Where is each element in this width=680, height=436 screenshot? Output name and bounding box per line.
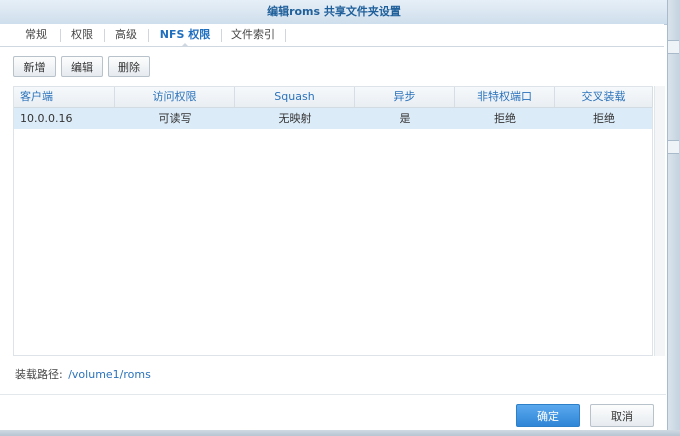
edit-button-label: 编辑 [71, 61, 93, 74]
tab-nfs-permissions-label: NFS 权限 [159, 28, 211, 41]
ok-button[interactable]: 确定 [516, 404, 580, 427]
cell-client: 10.0.0.16 [20, 112, 73, 125]
column-header-async[interactable]: 异步 [355, 87, 455, 107]
cancel-button[interactable]: 取消 [590, 404, 654, 427]
column-header-privilege[interactable]: 访问权限 [115, 87, 235, 107]
column-header-squash[interactable]: Squash [235, 87, 355, 107]
cell-privilege: 可读写 [158, 112, 192, 125]
dialog-title: 编辑roms 共享文件夹设置 [267, 5, 401, 18]
tab-general-label: 常规 [25, 28, 47, 41]
window-edge-strip [667, 0, 680, 436]
nfs-rules-table: 客户端 访问权限 Squash 异步 非特权端口 交叉装载 10.0.0.16 … [13, 86, 653, 356]
tab-file-indexing-label: 文件索引 [231, 28, 275, 41]
tab-advanced-label: 高级 [115, 28, 137, 41]
cell-async: 是 [399, 112, 411, 125]
table-scrollbar[interactable] [654, 86, 665, 356]
tab-file-indexing[interactable]: 文件索引 [222, 24, 284, 46]
cell-nonprivileged-port: 拒绝 [494, 112, 516, 125]
mount-path: 装载路径: /volume1/roms [15, 368, 151, 382]
ok-button-label: 确定 [537, 410, 559, 423]
edge-notch [668, 140, 679, 154]
tab-bar: 常规 权限 高级 NFS 权限 文件索引 [0, 24, 664, 47]
mount-path-label: 装载路径: [15, 368, 63, 381]
tab-general[interactable]: 常规 [14, 24, 58, 46]
cancel-button-label: 取消 [611, 410, 633, 423]
column-header-client[interactable]: 客户端 [14, 87, 115, 107]
column-header-cross-mount[interactable]: 交叉装载 [555, 87, 653, 107]
cell-cross-mount: 拒绝 [593, 112, 615, 125]
table-header: 客户端 访问权限 Squash 异步 非特权端口 交叉装载 [14, 87, 653, 108]
tab-nfs-permissions[interactable]: NFS 权限 [150, 24, 220, 47]
edge-notch [668, 40, 679, 54]
edit-button[interactable]: 编辑 [61, 56, 103, 77]
delete-button[interactable]: 删除 [108, 56, 150, 77]
footer-divider [0, 394, 666, 395]
window-bottom-edge [0, 430, 680, 436]
table-row[interactable]: 10.0.0.16 可读写 无映射 是 拒绝 拒绝 [14, 108, 652, 129]
cell-squash: 无映射 [278, 112, 312, 125]
add-button[interactable]: 新增 [13, 56, 56, 77]
column-header-nonprivileged-port[interactable]: 非特权端口 [455, 87, 555, 107]
tab-separator [285, 29, 286, 42]
tab-permissions[interactable]: 权限 [61, 24, 103, 46]
mount-path-value: /volume1/roms [68, 368, 151, 381]
tab-permissions-label: 权限 [71, 28, 93, 41]
tab-separator [148, 29, 149, 42]
tab-advanced[interactable]: 高级 [105, 24, 147, 46]
dialog-titlebar: 编辑roms 共享文件夹设置 [0, 0, 668, 25]
add-button-label: 新增 [23, 61, 46, 74]
delete-button-label: 删除 [118, 61, 140, 74]
